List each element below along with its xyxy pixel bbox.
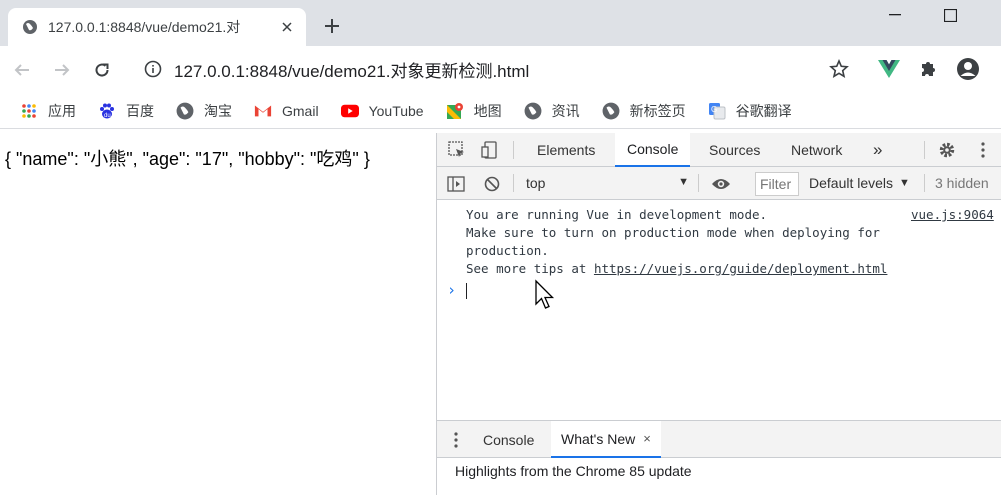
globe-favicon-icon (23, 20, 37, 34)
forward-icon[interactable] (48, 56, 76, 84)
close-drawer-tab-icon[interactable]: × (643, 431, 651, 446)
tab-network[interactable]: Network (779, 133, 854, 167)
live-expression-eye-icon[interactable] (710, 173, 732, 195)
svg-text:G: G (711, 105, 717, 114)
page-viewport: { "name": "小熊", "age": "17", "hobby": "吃… (0, 133, 436, 495)
devtools-drawer-tabbar: Console What's New × (437, 420, 1001, 458)
url-text: 127.0.0.1:8848/vue/demo21.对象更新检测.html (174, 61, 530, 81)
translate-icon: G (708, 102, 726, 120)
bookmark-label: 资讯 (551, 102, 580, 119)
deployment-guide-link[interactable]: https://vuejs.org/guide/deployment.html (594, 261, 888, 276)
drawer-menu-kebab-icon[interactable] (449, 430, 463, 450)
globe-icon (524, 102, 542, 120)
bookmark-baidu[interactable]: du 百度 (90, 97, 162, 125)
browser-toolbar: 127.0.0.1:8848/vue/demo21.对象更新检测.html (0, 46, 1001, 93)
js-context-select[interactable]: top ▼ (519, 172, 689, 194)
show-sidebar-icon[interactable] (445, 173, 467, 195)
device-toolbar-icon[interactable] (479, 139, 501, 161)
console-output: You are running Vue in development mode.… (437, 200, 1001, 420)
console-prompt-chevron-icon: › (447, 281, 457, 299)
context-value: top (526, 175, 546, 191)
vue-devtools-extension-icon[interactable] (877, 57, 901, 81)
log-line: See more tips at (466, 261, 594, 276)
extensions-puzzle-icon[interactable] (917, 57, 941, 81)
settings-gear-icon[interactable] (936, 139, 958, 161)
tab-strip: 127.0.0.1:8848/vue/demo21.对 (0, 0, 1001, 46)
bookmark-maps[interactable]: 地图 (438, 97, 510, 125)
tab-sources[interactable]: Sources (697, 133, 772, 167)
bookmark-newtab[interactable]: 新标签页 (594, 97, 694, 125)
log-levels-label: Default levels (809, 175, 894, 191)
site-info-icon[interactable] (144, 60, 162, 78)
toolbar-divider (924, 141, 925, 159)
toolbar-divider (513, 174, 514, 192)
bookmark-label: 谷歌翻译 (735, 102, 792, 119)
bookmark-label: YouTube (368, 102, 424, 119)
new-tab-button[interactable] (318, 12, 346, 40)
browser-tab[interactable]: 127.0.0.1:8848/vue/demo21.对 (8, 8, 306, 46)
log-line: production. (466, 243, 549, 258)
mouse-pointer-icon (535, 279, 555, 309)
bookmark-label: Gmail (282, 102, 319, 119)
rendered-json-text: { "name": "小熊", "age": "17", "hobby": "吃… (5, 149, 370, 169)
toolbar-divider (924, 174, 925, 192)
bookmark-news[interactable]: 资讯 (516, 97, 588, 125)
bookmark-star-icon[interactable] (827, 57, 851, 81)
globe-icon (602, 102, 620, 120)
console-filter-input[interactable] (755, 172, 799, 196)
whats-new-headline: Highlights from the Chrome 85 update (455, 463, 692, 479)
bookmark-gmail[interactable]: Gmail (246, 97, 327, 125)
console-toolbar: top ▼ Default levels ▼ 3 hidden (437, 167, 1001, 200)
bookmark-label: 淘宝 (204, 102, 232, 119)
maximize-icon[interactable] (927, 0, 973, 30)
reload-icon[interactable] (88, 56, 116, 84)
bookmark-label: 百度 (126, 102, 154, 119)
toolbar-divider (513, 141, 514, 159)
apps-grid-icon (20, 102, 38, 120)
tab-close-icon[interactable] (278, 18, 296, 36)
bookmark-label: 应用 (48, 102, 76, 119)
svg-text:du: du (104, 113, 111, 119)
devtools-panel: Elements Console Sources Network » top ▼ (436, 133, 1001, 495)
log-line: You are running Vue in development mode. (466, 207, 768, 222)
bookmark-taobao[interactable]: 淘宝 (168, 97, 240, 125)
more-options-kebab-icon[interactable] (972, 139, 994, 161)
hidden-messages-count[interactable]: 3 hidden (935, 172, 989, 194)
dropdown-caret-icon: ▼ (899, 177, 910, 189)
log-line: Make sure to turn on production mode whe… (466, 225, 880, 240)
drawer-tab-whats-new[interactable]: What's New × (551, 421, 661, 458)
bookmark-label: 地图 (473, 102, 502, 119)
log-levels-dropdown[interactable]: Default levels ▼ (809, 172, 910, 194)
clear-console-icon[interactable] (481, 173, 503, 195)
back-icon[interactable] (8, 56, 36, 84)
inspect-element-icon[interactable] (446, 139, 468, 161)
globe-icon (176, 102, 194, 120)
console-log-message: You are running Vue in development mode.… (466, 206, 936, 278)
maps-icon (446, 102, 464, 120)
bookmarks-bar: 应用 du 百度 淘宝 Gmail YouTube 地图 资讯 新标签页 G 谷… (0, 93, 1001, 129)
minimize-icon[interactable] (872, 0, 918, 30)
dropdown-caret-icon: ▼ (678, 176, 689, 188)
toolbar-divider (698, 174, 699, 192)
tab-console[interactable]: Console (615, 133, 691, 167)
bookmark-translate[interactable]: G 谷歌翻译 (700, 97, 800, 125)
gmail-icon (254, 102, 272, 120)
drawer-tab-console[interactable]: Console (473, 421, 544, 458)
address-bar[interactable]: 127.0.0.1:8848/vue/demo21.对象更新检测.html (136, 54, 866, 84)
bookmark-apps[interactable]: 应用 (12, 97, 84, 125)
tab-title: 127.0.0.1:8848/vue/demo21.对 (48, 19, 241, 35)
tab-elements[interactable]: Elements (525, 133, 607, 167)
devtools-tabbar: Elements Console Sources Network » (437, 133, 1001, 167)
drawer-tab-label: What's New (561, 430, 636, 447)
console-input-caret[interactable] (466, 283, 467, 299)
youtube-icon (340, 102, 359, 120)
log-source-link[interactable]: vue.js:9064 (911, 206, 994, 224)
baidu-paw-icon: du (98, 102, 116, 120)
bookmark-youtube[interactable]: YouTube (333, 97, 432, 125)
bookmark-label: 新标签页 (629, 102, 686, 119)
more-tabs-chevron-icon[interactable]: » (861, 133, 894, 167)
profile-avatar-icon[interactable] (956, 57, 980, 81)
